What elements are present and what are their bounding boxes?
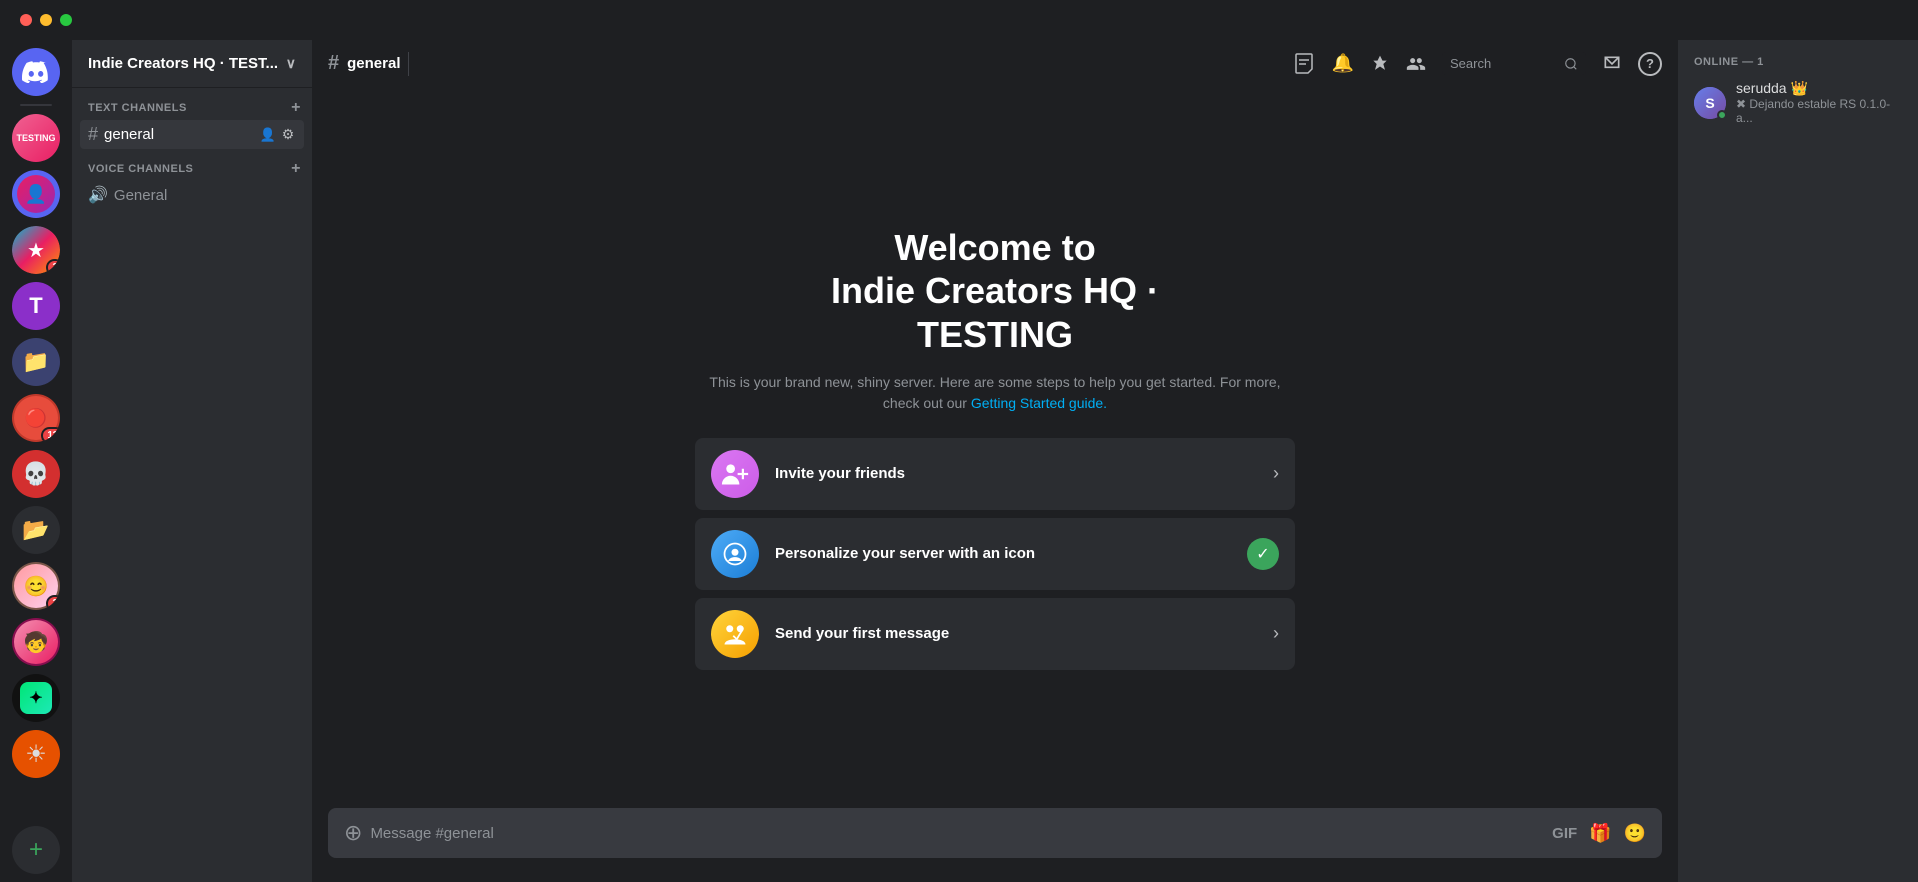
server-badge-red: 11 (41, 427, 60, 442)
sidebar-item-folder1[interactable]: 📁 (12, 338, 60, 386)
send-message-label: Send your first message (775, 625, 1257, 642)
invite-friends-label: Invite your friends (775, 465, 1257, 482)
speaker-icon: 🔊 (88, 185, 108, 205)
server-badge-avatar: 3 (46, 595, 60, 610)
message-area: ⊕ Message #general GIF 🎁 🙂 (312, 808, 1678, 882)
sidebar-item-ai-server[interactable]: ✦ (12, 674, 60, 722)
close-button[interactable] (20, 14, 32, 26)
member-sidebar: ONLINE — 1 S serudda 👑 ✖ Dejando estable… (1678, 40, 1918, 882)
channel-item-general[interactable]: # general 👤 ⚙ (80, 120, 304, 149)
channel-name-general: general (104, 126, 154, 143)
help-icon[interactable]: ? (1638, 52, 1662, 76)
threads-icon[interactable] (1292, 52, 1316, 76)
category-text-label: TEXT CHANNELS (88, 102, 187, 114)
welcome-title: Welcome to Indie Creators HQ · TESTING (831, 226, 1159, 356)
invite-icon[interactable]: 👤 (260, 127, 276, 143)
message-input[interactable]: ⊕ Message #general GIF 🎁 🙂 (328, 808, 1662, 858)
emoji-icon[interactable]: 🙂 (1624, 823, 1646, 844)
search-placeholder: Search (1450, 56, 1491, 71)
getting-started-link[interactable]: Getting Started guide. (971, 395, 1107, 411)
add-server-button[interactable]: + (12, 826, 60, 874)
sidebar-item-mixed-server[interactable]: ★ 3 (12, 226, 60, 274)
chevron-down-icon: ∨ (286, 55, 296, 72)
server-header[interactable]: Indie Creators HQ · TEST... ∨ (72, 40, 312, 88)
sidebar-item-blue-server[interactable]: 👤 (12, 170, 60, 218)
personalize-server-card[interactable]: Personalize your server with an icon ✓ (695, 518, 1295, 590)
bell-icon[interactable]: 🔔 (1332, 53, 1354, 74)
invite-friends-icon (711, 450, 759, 498)
member-info: serudda 👑 ✖ Dejando estable RS 0.1.0-a..… (1736, 80, 1902, 125)
hash-icon-header: # (328, 52, 339, 75)
hash-icon: # (88, 124, 98, 145)
sidebar-item-avatar-server[interactable]: 😊 3 (12, 562, 60, 610)
header-actions: 🔔 Search ? (1292, 52, 1662, 76)
channel-list: TEXT CHANNELS + # general 👤 ⚙ (72, 88, 312, 882)
category-voice-label: VOICE CHANNELS (88, 163, 193, 175)
member-name-serudda: serudda 👑 (1736, 80, 1902, 97)
server-name: Indie Creators HQ · TEST... (88, 55, 278, 72)
member-item-serudda[interactable]: S serudda 👑 ✖ Dejando estable RS 0.1.0-a… (1686, 76, 1910, 129)
channel-section-voice: VOICE CHANNELS + 🔊 General (72, 157, 312, 209)
personalize-server-icon (711, 530, 759, 578)
member-avatar-serudda: S (1694, 87, 1726, 119)
header-divider (408, 52, 409, 76)
titlebar (0, 0, 1918, 40)
sidebar-item-yellow-server[interactable]: ☀ (12, 730, 60, 778)
send-message-arrow: › (1273, 623, 1279, 644)
server-divider (20, 104, 52, 106)
send-message-card[interactable]: Send your first message › (695, 598, 1295, 670)
channel-content: Welcome to Indie Creators HQ · TESTING T… (312, 88, 1678, 808)
personalize-check-icon: ✓ (1247, 538, 1279, 570)
welcome-section: Welcome to Indie Creators HQ · TESTING T… (695, 226, 1295, 670)
sidebar-item-red-server[interactable]: 🔴 11 (12, 394, 60, 442)
gif-icon[interactable]: GIF (1552, 825, 1577, 842)
server-sidebar: TESTING 👤 ★ 3 T 📁 🔴 11 (0, 40, 72, 882)
message-add-icon[interactable]: ⊕ (344, 820, 362, 846)
search-bar[interactable]: Search (1442, 52, 1586, 75)
channel-category-voice[interactable]: VOICE CHANNELS + (72, 157, 312, 181)
send-message-icon (711, 610, 759, 658)
members-icon[interactable] (1406, 54, 1426, 74)
invite-friends-card[interactable]: Invite your friends › (695, 438, 1295, 510)
channel-header-name: general (347, 55, 400, 72)
add-voice-channel-button[interactable]: + (288, 161, 304, 177)
personalize-server-label: Personalize your server with an icon (775, 545, 1231, 562)
maximize-button[interactable] (60, 14, 72, 26)
minimize-button[interactable] (40, 14, 52, 26)
server-badge-mixed: 3 (46, 259, 60, 274)
channel-category-text[interactable]: TEXT CHANNELS + (72, 96, 312, 120)
channel-section-text: TEXT CHANNELS + # general 👤 ⚙ (72, 96, 312, 149)
main-content: # general 🔔 (312, 40, 1678, 882)
channel-actions: 👤 ⚙ (260, 127, 296, 143)
member-online-indicator (1717, 110, 1727, 120)
sidebar-item-testing[interactable]: TESTING (12, 114, 60, 162)
message-placeholder: Message #general (370, 825, 493, 842)
sidebar-item-girl-server[interactable]: 🧒 (12, 618, 60, 666)
channel-item-general-voice[interactable]: 🔊 General (80, 181, 304, 209)
invite-friends-arrow: › (1273, 463, 1279, 484)
sticker-icon[interactable]: 🎁 (1589, 823, 1611, 844)
pin-icon[interactable] (1370, 54, 1390, 74)
channel-header: # general 🔔 (312, 40, 1678, 88)
member-section-online-title: ONLINE — 1 (1686, 56, 1910, 68)
sidebar-item-skull-server[interactable]: 💀 (12, 450, 60, 498)
sidebar-item-folder2[interactable]: 📂 (12, 506, 60, 554)
welcome-description: This is your brand new, shiny server. He… (695, 372, 1295, 414)
settings-icon[interactable]: ⚙ (280, 127, 296, 143)
member-status-serudda: ✖ Dejando estable RS 0.1.0-a... (1736, 97, 1902, 125)
action-cards: Invite your friends › (695, 438, 1295, 670)
sidebar-item-discord-home[interactable] (12, 48, 60, 96)
sidebar-item-t-server[interactable]: T (12, 282, 60, 330)
add-text-channel-button[interactable]: + (288, 100, 304, 116)
traffic-lights (0, 14, 92, 26)
channel-sidebar: Indie Creators HQ · TEST... ∨ TEXT CHANN… (72, 40, 312, 882)
inbox-icon[interactable] (1602, 54, 1622, 74)
channel-name-general-voice: General (114, 187, 167, 204)
